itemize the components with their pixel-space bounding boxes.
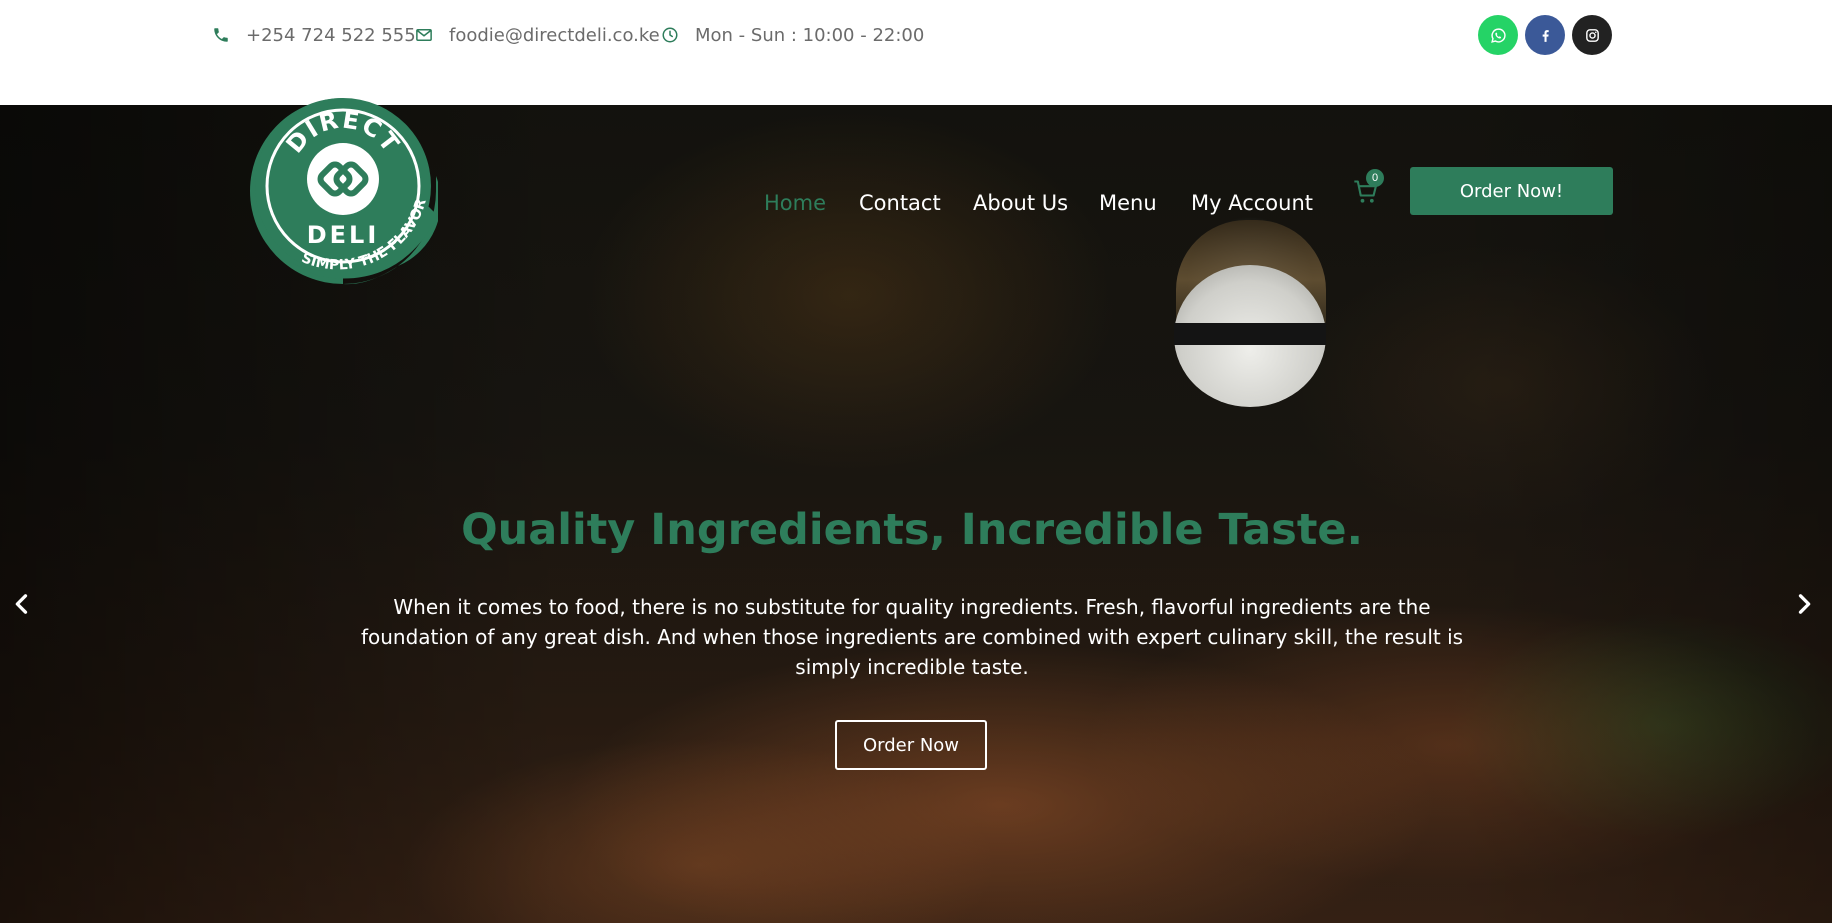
- direct-deli-logo[interactable]: DIRECT DELI SIMPLY THE FLAVOR: [248, 96, 441, 286]
- nav-about-us[interactable]: About Us: [973, 191, 1068, 215]
- email-contact[interactable]: foodie@directdeli.co.ke: [415, 23, 660, 47]
- phone-number: +254 724 522 555: [246, 24, 416, 46]
- email-address: foodie@directdeli.co.ke: [449, 24, 660, 46]
- clock-icon: [661, 26, 679, 44]
- slider-prev-button[interactable]: [8, 590, 36, 618]
- slider-next-button[interactable]: [1790, 590, 1818, 618]
- instagram-icon: [1585, 28, 1599, 42]
- bulb-band-decoration: [1174, 323, 1326, 345]
- envelope-icon: [415, 26, 433, 44]
- instagram-button[interactable]: [1572, 15, 1612, 55]
- whatsapp-button[interactable]: [1478, 15, 1518, 55]
- hours-text: Mon - Sun : 10:00 - 22:00: [695, 24, 925, 46]
- facebook-button[interactable]: [1525, 15, 1565, 55]
- cart-count-badge: 0: [1366, 169, 1384, 187]
- nav-menu[interactable]: Menu: [1099, 191, 1157, 215]
- whatsapp-icon: [1490, 27, 1506, 43]
- top-bar: +254 724 522 555 foodie@directdeli.co.ke…: [0, 0, 1832, 105]
- logo-bottom-text: DELI: [307, 221, 380, 249]
- nav-my-account[interactable]: My Account: [1191, 191, 1313, 215]
- nav-contact[interactable]: Contact: [859, 191, 941, 215]
- hero-description: When it comes to food, there is no subst…: [360, 595, 1464, 679]
- nav-home[interactable]: Home: [764, 191, 826, 215]
- facebook-icon: [1542, 29, 1549, 42]
- phone-icon: [212, 26, 230, 44]
- chevron-left-icon: [15, 594, 28, 614]
- chevron-right-icon: [1798, 594, 1811, 614]
- order-now-hero-button[interactable]: Order Now: [835, 720, 987, 770]
- hero-title: Quality Ingredients, Incredible Taste.: [461, 505, 1363, 555]
- opening-hours: Mon - Sun : 10:00 - 22:00: [661, 23, 924, 47]
- order-now-header-button[interactable]: Order Now!: [1410, 167, 1613, 215]
- phone-contact[interactable]: +254 724 522 555: [212, 23, 416, 47]
